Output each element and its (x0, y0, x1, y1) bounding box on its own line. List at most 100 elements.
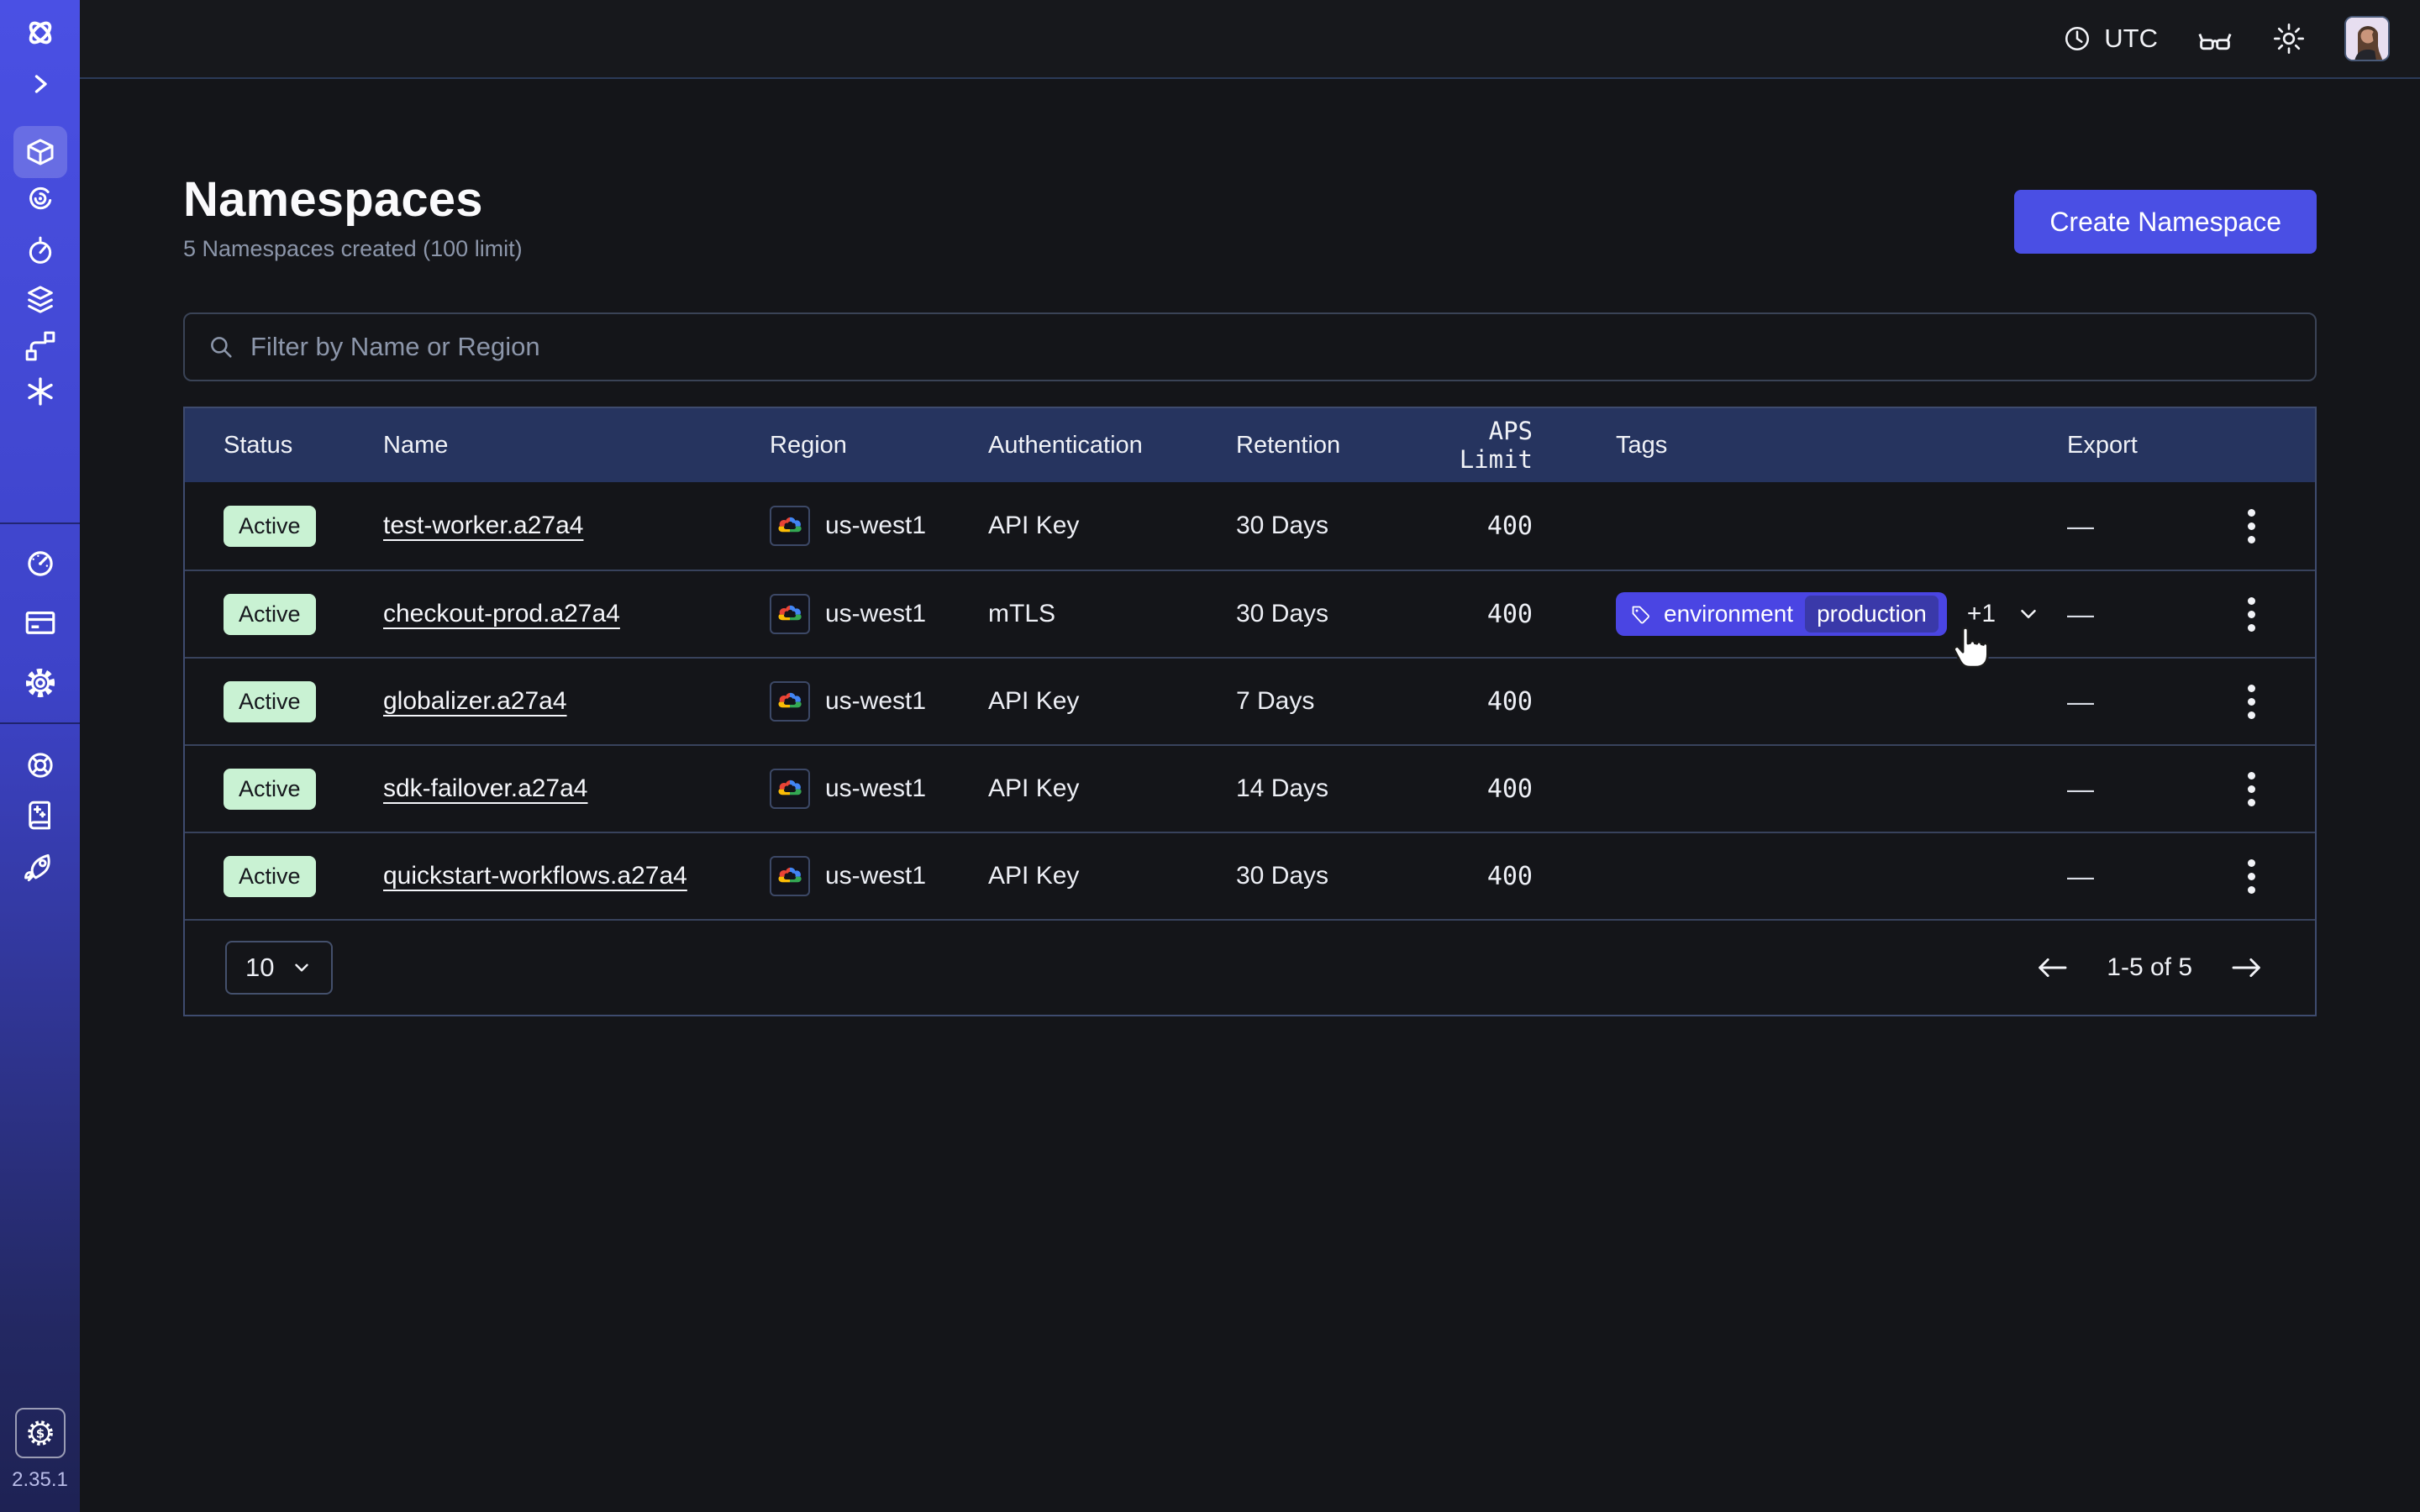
prev-page-button[interactable] (2034, 954, 2070, 981)
sidebar-divider (0, 722, 80, 724)
aps-value: 400 (1427, 512, 1533, 541)
col-name: Name (383, 432, 770, 459)
sidebar: $ 2.35.1 (0, 0, 80, 1512)
table-header-row: Status Name Region Authentication Retent… (185, 408, 2315, 482)
labs-toggle[interactable] (2196, 22, 2233, 55)
search-icon (207, 333, 235, 361)
namespace-link[interactable]: checkout-prod.a27a4 (383, 600, 620, 627)
gcp-region-icon (770, 681, 810, 722)
sun-icon (2272, 22, 2306, 55)
sidebar-item-schedules[interactable] (24, 234, 57, 268)
user-avatar[interactable] (2344, 16, 2390, 61)
retention-value: 30 Days (1236, 512, 1427, 540)
col-region: Region (770, 432, 988, 459)
workflow-graph-icon (24, 329, 57, 363)
sidebar-divider (0, 522, 80, 524)
col-export: Export (2067, 432, 2231, 459)
tags-expand-chevron-icon[interactable] (2016, 601, 2041, 627)
auth-value: API Key (988, 687, 1236, 716)
row-menu-kebab-icon[interactable] (2234, 772, 2268, 806)
col-status: Status (185, 432, 383, 459)
create-namespace-button[interactable]: Create Namespace (2014, 190, 2317, 254)
row-menu-kebab-icon[interactable] (2234, 685, 2268, 719)
next-page-button[interactable] (2229, 954, 2265, 981)
sidebar-item-workflows[interactable] (24, 329, 57, 363)
pagination-range: 1-5 of 5 (2107, 953, 2192, 982)
namespace-link[interactable]: globalizer.a27a4 (383, 687, 567, 715)
namespace-link[interactable]: sdk-failover.a27a4 (383, 774, 588, 802)
pricing-button[interactable]: $ (15, 1408, 66, 1458)
arrow-left-icon (2034, 954, 2070, 981)
spiral-icon (24, 181, 57, 215)
aps-value: 400 (1427, 774, 1533, 804)
sidebar-item-observability[interactable] (24, 181, 57, 215)
timezone-selector[interactable]: UTC (2062, 24, 2158, 54)
region-label: us-west1 (825, 512, 926, 540)
tag-icon (1629, 603, 1652, 626)
gcp-region-icon (770, 856, 810, 896)
row-menu-kebab-icon[interactable] (2234, 597, 2268, 632)
gauge-icon (23, 546, 58, 581)
row-menu-kebab-icon[interactable] (2234, 859, 2268, 894)
retention-value: 14 Days (1236, 774, 1427, 803)
gcp-region-icon (770, 506, 810, 546)
aps-value: 400 (1427, 687, 1533, 717)
namespace-link[interactable]: test-worker.a27a4 (383, 512, 583, 539)
timezone-label: UTC (2104, 24, 2158, 54)
col-aps-limit: APS Limit (1427, 417, 1533, 474)
col-retention: Retention (1236, 432, 1427, 459)
sidebar-expand-chevron-icon[interactable] (25, 69, 55, 99)
cube-icon (23, 134, 58, 170)
status-badge: Active (224, 769, 316, 810)
tag-pill[interactable]: environment production (1616, 592, 1947, 636)
table-row: Active test-worker.a27a4 us-west1 API Ke… (185, 482, 2315, 570)
layers-icon (24, 283, 57, 317)
theme-toggle[interactable] (2272, 22, 2306, 55)
page-size-select[interactable]: 10 (225, 941, 333, 995)
table-row: Active quickstart-workflows.a27a4 us-wes… (185, 832, 2315, 919)
glasses-icon (2196, 22, 2233, 55)
sidebar-item-settings[interactable] (23, 665, 58, 701)
tags-more-count[interactable]: +1 (1967, 600, 1996, 628)
namespace-link[interactable]: quickstart-workflows.a27a4 (383, 862, 687, 890)
status-badge: Active (224, 681, 316, 722)
sidebar-item-usage[interactable] (23, 546, 58, 581)
arrow-right-icon (2229, 954, 2265, 981)
svg-text:$: $ (35, 1426, 44, 1441)
auth-value: API Key (988, 512, 1236, 540)
billing-card-icon (23, 605, 58, 640)
export-value: — (2067, 861, 2231, 892)
filter-searchbox[interactable] (183, 312, 2317, 381)
retention-value: 30 Days (1236, 862, 1427, 890)
table-row: Active checkout-prod.a27a4 us-west1 mTLS… (185, 570, 2315, 657)
region-label: us-west1 (825, 774, 926, 803)
sidebar-item-batch[interactable] (24, 375, 57, 408)
sidebar-item-getting-started[interactable] (22, 850, 59, 887)
retention-value: 7 Days (1236, 687, 1427, 716)
export-value: — (2067, 686, 2231, 717)
status-badge: Active (224, 506, 316, 547)
filter-input[interactable] (250, 332, 2293, 362)
aps-value: 400 (1427, 862, 1533, 891)
avatar-image (2346, 18, 2390, 61)
rocket-icon (22, 850, 59, 887)
auth-value: API Key (988, 774, 1236, 803)
export-value: — (2067, 511, 2231, 542)
table-row: Active globalizer.a27a4 us-west1 API Key… (185, 657, 2315, 744)
tag-value: production (1805, 596, 1939, 633)
temporal-logo-icon[interactable] (21, 13, 60, 52)
timer-icon (24, 234, 57, 268)
sidebar-item-billing[interactable] (23, 605, 58, 640)
sidebar-item-docs[interactable] (23, 798, 58, 833)
page-subtitle: 5 Namespaces created (100 limit) (183, 236, 523, 262)
dollar-badge-icon: $ (24, 1417, 56, 1449)
retention-value: 30 Days (1236, 600, 1427, 628)
sidebar-item-namespaces[interactable] (13, 126, 67, 178)
row-menu-kebab-icon[interactable] (2234, 509, 2268, 543)
namespaces-table: Status Name Region Authentication Retent… (183, 407, 2317, 1016)
sidebar-item-deployments[interactable] (24, 283, 57, 317)
sidebar-item-support[interactable] (23, 748, 58, 783)
aps-value: 400 (1427, 600, 1533, 629)
topbar: UTC (80, 0, 2420, 79)
region-label: us-west1 (825, 687, 926, 716)
